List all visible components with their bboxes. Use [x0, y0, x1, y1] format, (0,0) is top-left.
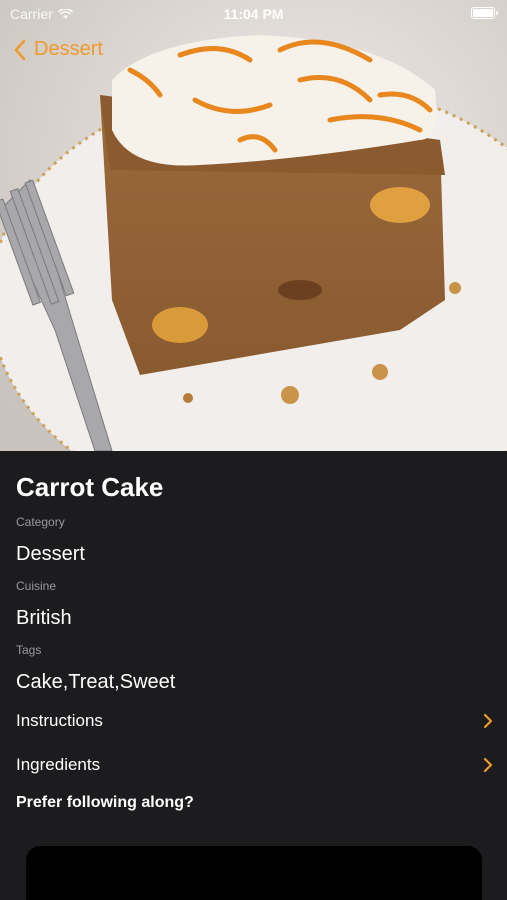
meal-title: Carrot Cake [16, 472, 164, 502]
back-label: Dessert [34, 38, 103, 60]
tags-value: Cake,Treat,Sweet [16, 671, 176, 693]
category-value: Dessert [16, 543, 85, 565]
video-player[interactable] [26, 846, 482, 900]
chevron-left-icon [14, 39, 26, 60]
category-label: Category [16, 515, 65, 529]
status-time: 11:04 PM [223, 6, 284, 22]
chevron-right-icon [483, 713, 493, 729]
ingredients-label: Ingredients [16, 755, 101, 774]
instructions-label: Instructions [16, 711, 103, 730]
tags-label: Tags [16, 643, 42, 657]
status-bar: Carrier 11:04 PM [0, 0, 507, 28]
battery-icon [471, 7, 498, 19]
meal-photo [0, 0, 507, 451]
chevron-right-icon [483, 757, 493, 773]
instructions-row[interactable]: Instructions [16, 711, 493, 731]
cuisine-label: Cuisine [16, 579, 57, 593]
video-prompt: Prefer following along? [16, 794, 194, 811]
cuisine-value: British [16, 607, 72, 629]
ingredients-row[interactable]: Ingredients [16, 755, 493, 775]
back-button[interactable]: Dessert [14, 38, 103, 61]
